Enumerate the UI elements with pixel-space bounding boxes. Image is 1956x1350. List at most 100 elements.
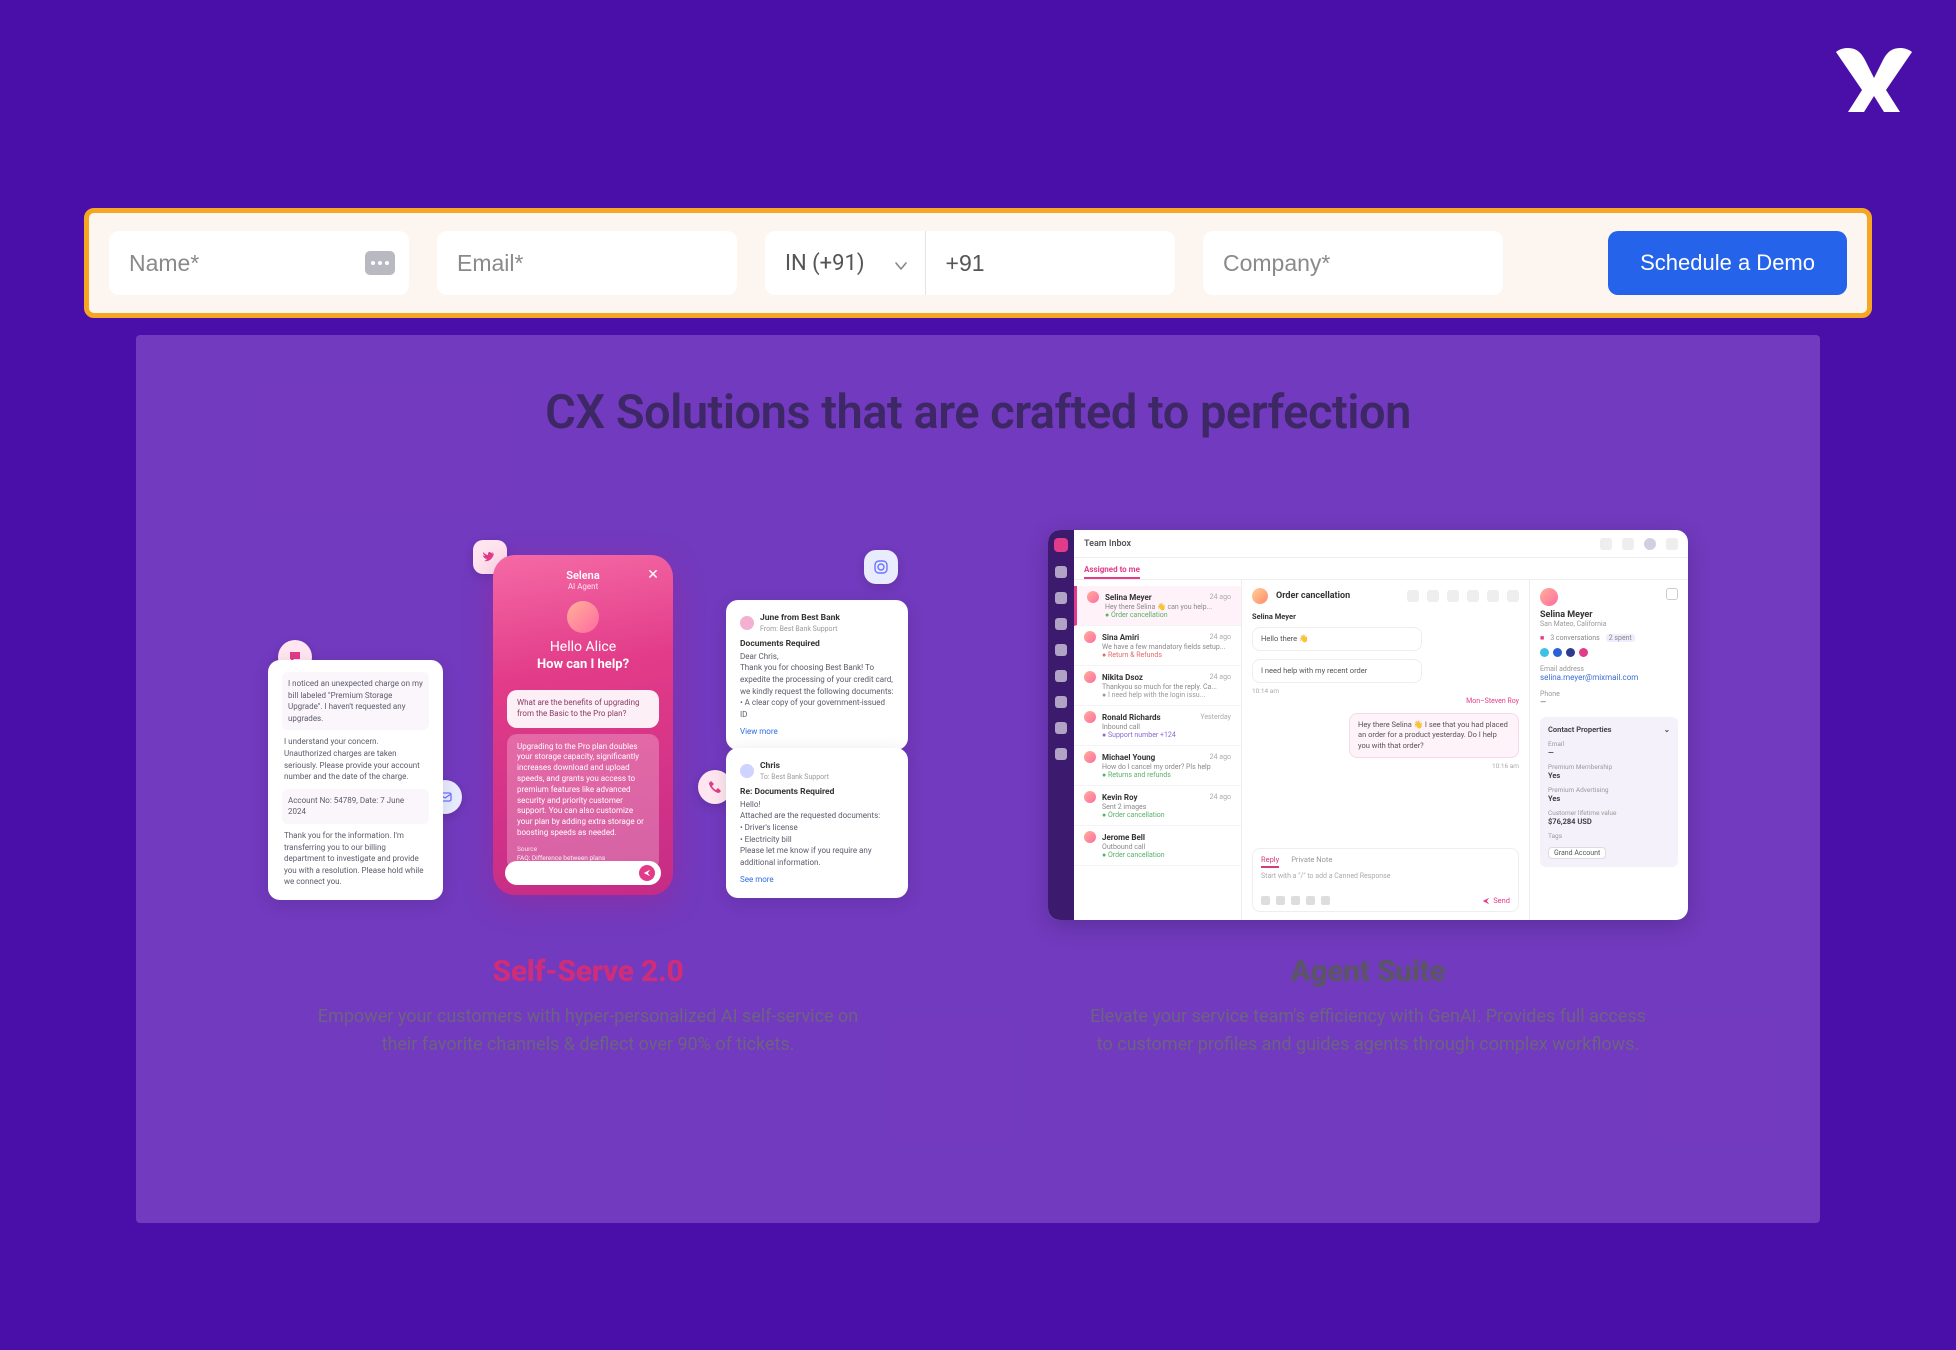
email-card: Chris To: Best Bank Support Re: Document… xyxy=(726,748,908,898)
email-field-wrapper xyxy=(437,231,737,295)
schedule-demo-button[interactable]: Schedule a Demo xyxy=(1608,231,1847,295)
self-serve-card[interactable]: I noticed an unexpected charge on my bil… xyxy=(268,530,908,1059)
country-code-select[interactable]: IN (+91) xyxy=(765,231,926,295)
chat-input xyxy=(505,861,661,885)
avatar xyxy=(1644,538,1656,550)
list-item: Nikita Dsoz24 agoThankyou so much for th… xyxy=(1074,666,1241,706)
mail-subject: Documents Required xyxy=(740,638,894,650)
list-item: Ronald RichardsYesterdayInbound call● Su… xyxy=(1074,706,1241,746)
list-item: Sina Amiri24 agoWe have a few mandatory … xyxy=(1074,626,1241,666)
menu-icon xyxy=(1666,538,1678,550)
sender-name: June from Best Bank xyxy=(760,612,840,624)
company-field-wrapper xyxy=(1203,231,1503,295)
contact-location: San Mateo, California xyxy=(1540,620,1678,628)
rail-icon xyxy=(1055,618,1067,630)
sender-name: Chris xyxy=(760,760,829,772)
rail-icon xyxy=(1055,696,1067,708)
toolbar-icon xyxy=(1447,590,1459,602)
window-topbar: Team Inbox xyxy=(1074,530,1688,558)
channel-icon xyxy=(1579,648,1588,657)
toolbar-icon xyxy=(1407,590,1419,602)
sender-sub: To: Best Bank Support xyxy=(760,772,829,782)
inbox-tabs: Assigned to me xyxy=(1074,558,1688,580)
rail-icon xyxy=(1055,722,1067,734)
channel-icon xyxy=(1566,648,1575,657)
rail-icon xyxy=(1055,644,1067,656)
mail-subject: Re: Documents Required xyxy=(740,786,894,798)
timestamp: 10:14 am xyxy=(1252,687,1519,695)
helpdesk-window: Team Inbox Assigned to me xyxy=(1048,530,1688,920)
self-serve-illustration: I noticed an unexpected charge on my bil… xyxy=(268,530,908,920)
avatar xyxy=(1540,588,1558,606)
panel-title: Contact Properties xyxy=(1548,725,1612,734)
close-icon: ✕ xyxy=(645,567,661,583)
help-text: How can I help? xyxy=(537,657,629,672)
transcript-line: I noticed an unexpected charge on my bil… xyxy=(282,672,429,730)
section-title: CX Solutions that are crafted to perfect… xyxy=(136,385,1820,440)
toolbar-icon xyxy=(1427,590,1439,602)
phone-input[interactable] xyxy=(946,250,1155,277)
chevron-down-icon: ⌄ xyxy=(1664,725,1670,734)
agent-role: AI Agent xyxy=(568,582,598,591)
avatar xyxy=(1252,588,1268,604)
channel-icon xyxy=(1540,648,1549,657)
name-field-wrapper xyxy=(109,231,409,295)
avatar xyxy=(567,601,599,633)
camera-icon xyxy=(864,550,898,584)
list-item: Jerome BellOutbound call● Order cancella… xyxy=(1074,826,1241,866)
reply-tab: Reply xyxy=(1261,855,1279,868)
x-logo-icon xyxy=(1834,42,1914,112)
nav-rail xyxy=(1048,530,1074,920)
demo-form-bar: IN (+91) Schedule a Demo xyxy=(84,208,1872,318)
user-question-bubble: What are the benefits of upgrading from … xyxy=(507,690,659,728)
ai-answer-bubble: Upgrading to the Pro plan doubles your s… xyxy=(507,734,659,871)
contact-email: selina.meyer@mixmail.com xyxy=(1540,673,1678,682)
chat-message: I need help with my recent order xyxy=(1252,659,1422,683)
see-more-link: See more xyxy=(740,874,894,886)
country-code-label: IN (+91) xyxy=(785,251,865,276)
send-button: Send xyxy=(1482,896,1510,905)
system-note: Mon–Steven Roy xyxy=(1252,697,1519,705)
tag-chip: Grand Account xyxy=(1548,847,1606,859)
conversation-list: Selina Meyer24 agoHey there Selina 👋 can… xyxy=(1074,580,1242,920)
timestamp: 10:16 am xyxy=(1252,762,1519,770)
avatar xyxy=(740,616,754,630)
agent-suite-illustration: Team Inbox Assigned to me xyxy=(1048,530,1688,920)
email-card: June from Best Bank From: Best Bank Supp… xyxy=(726,600,908,750)
agent-suite-card[interactable]: Team Inbox Assigned to me xyxy=(1048,530,1688,1059)
transcript-card: I noticed an unexpected charge on my bil… xyxy=(268,660,443,900)
greeting-text: Hello Alice xyxy=(550,639,616,655)
chat-message: Hello there 👋 xyxy=(1252,627,1422,651)
rail-icon xyxy=(1055,748,1067,760)
topbar-title: Team Inbox xyxy=(1084,539,1131,549)
view-more-link: View more xyxy=(740,726,894,738)
divider-icon xyxy=(1622,538,1634,550)
brand-logo xyxy=(1834,42,1914,112)
rail-icon xyxy=(1055,670,1067,682)
chevron-down-icon xyxy=(893,255,909,271)
company-input[interactable] xyxy=(1223,250,1483,277)
transcript-line: Thank you for the information. I'm trans… xyxy=(282,830,429,888)
email-input[interactable] xyxy=(457,250,717,277)
channel-icon xyxy=(1553,648,1562,657)
conversation-pane: Order cancellation Selina Meyer Hello xyxy=(1242,580,1530,920)
toolbar-icon xyxy=(1467,590,1479,602)
send-icon xyxy=(639,865,655,881)
sender-name: Selina Meyer xyxy=(1252,612,1519,621)
contact-panel: Selina Meyer San Mateo, California ■ 3 c… xyxy=(1530,580,1688,920)
self-serve-desc: Empower your customers with hyper-person… xyxy=(308,1003,868,1059)
toolbar-icon xyxy=(1507,590,1519,602)
phone-field-wrapper: IN (+91) xyxy=(765,231,1175,295)
contact-name: Selina Meyer xyxy=(1540,610,1678,620)
rail-icon xyxy=(1055,566,1067,578)
password-manager-icon[interactable] xyxy=(365,251,395,275)
chat-message: Hey there Selina 👋 I see that you had pl… xyxy=(1349,713,1519,757)
name-input[interactable] xyxy=(129,250,389,277)
solutions-section: CX Solutions that are crafted to perfect… xyxy=(136,335,1820,1223)
note-tab: Private Note xyxy=(1291,855,1332,868)
rail-icon xyxy=(1055,592,1067,604)
sender-sub: From: Best Bank Support xyxy=(760,624,840,634)
toolbar-icon xyxy=(1487,590,1499,602)
transcript-line: Account No: 54789, Date: 7 June 2024 xyxy=(282,789,429,824)
list-item: Kevin Roy24 agoSent 2 images● Order canc… xyxy=(1074,786,1241,826)
